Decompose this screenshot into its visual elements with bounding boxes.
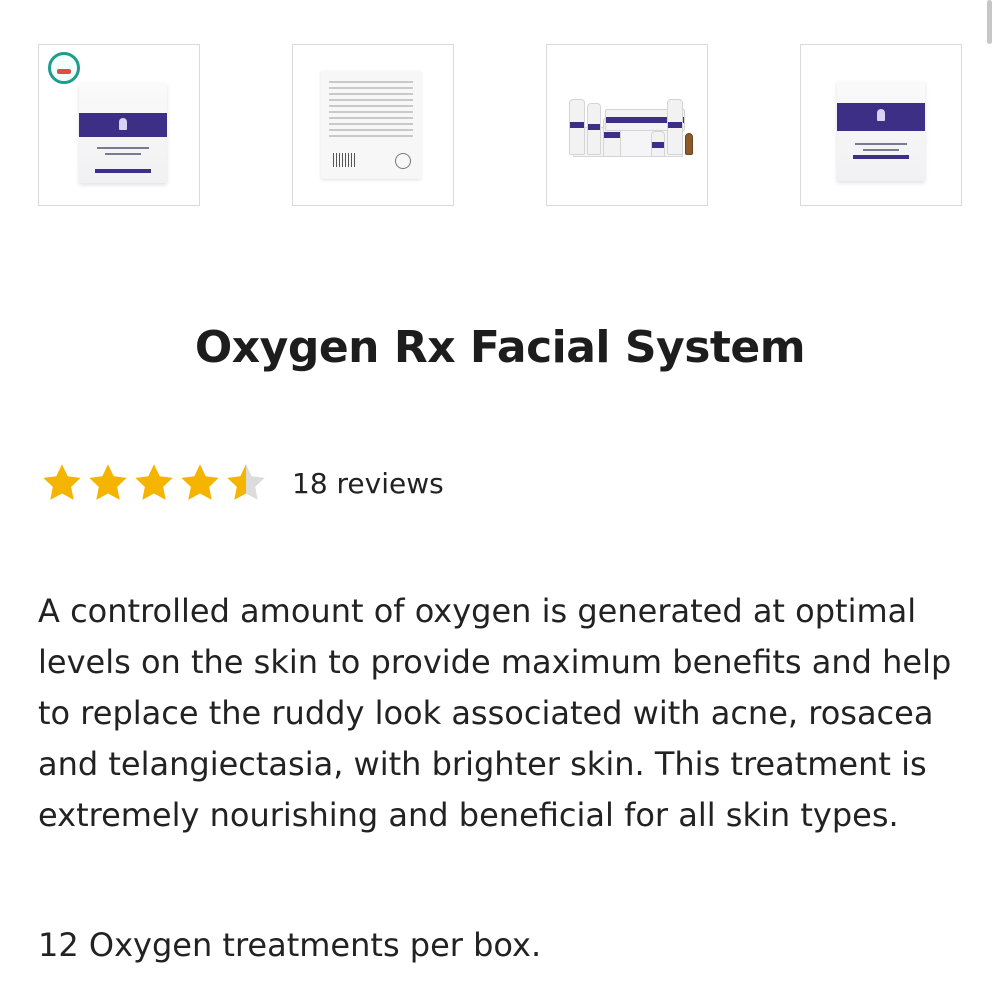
star-icon	[181, 464, 219, 500]
product-title: Oxygen Rx Facial System	[194, 322, 806, 373]
thumbnail-1[interactable]	[38, 44, 200, 206]
star-icon	[89, 464, 127, 500]
star-rating[interactable]	[40, 461, 270, 505]
product-description: A controlled amount of oxygen is generat…	[38, 592, 952, 834]
thumbnail-gallery	[38, 44, 962, 206]
star-icon	[43, 464, 81, 500]
bottle-image	[667, 99, 683, 155]
star-icon	[227, 464, 265, 500]
bottle-image	[569, 99, 585, 155]
box-back-image	[321, 71, 421, 179]
product-box-image	[79, 83, 167, 183]
thumbnail-2[interactable]	[292, 44, 454, 206]
bottle-image	[587, 103, 601, 155]
product-box-image	[837, 81, 925, 181]
review-count[interactable]: 18 reviews	[292, 467, 444, 500]
star-icon	[135, 464, 173, 500]
rating-row[interactable]: 18 reviews	[40, 458, 444, 508]
thumbnail-4[interactable]	[800, 44, 962, 206]
thumbnail-3[interactable]	[546, 44, 708, 206]
treatments-per-box: 12 Oxygen treatments per box.	[38, 926, 542, 964]
vial-image	[651, 131, 665, 157]
scrollbar[interactable]	[987, 0, 992, 44]
vial-image	[685, 133, 693, 155]
award-badge-icon	[48, 52, 80, 84]
